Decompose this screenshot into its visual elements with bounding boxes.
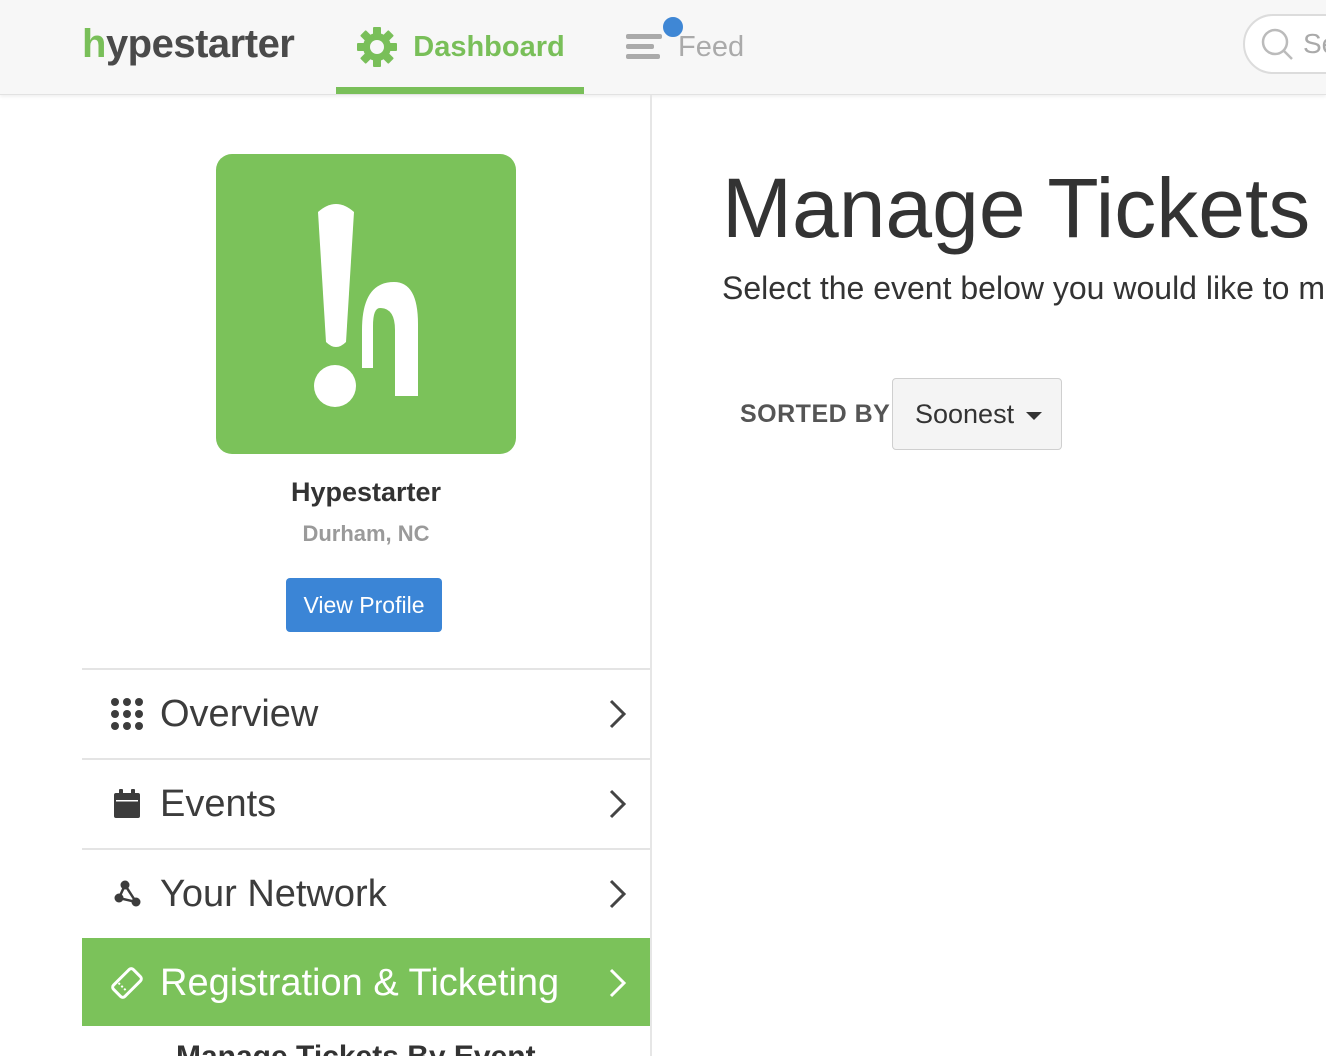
ticket-icon: [110, 966, 144, 1000]
chevron-right-icon: [608, 788, 628, 820]
sidebar-item-registration-ticketing[interactable]: Registration & Ticketing: [82, 938, 650, 1026]
tab-feed-label: Feed: [678, 30, 745, 63]
sidebar-item-your-network[interactable]: Your Network: [82, 848, 650, 938]
sidebar-item-label: Overview: [160, 692, 319, 735]
sidebar-item-events[interactable]: Events: [82, 758, 650, 848]
sidebar-item-label: Events: [160, 782, 277, 825]
page-title: Manage Tickets: [722, 161, 1311, 255]
gear-icon: [355, 25, 399, 69]
caret-down-icon: [1026, 412, 1043, 420]
sort-dropdown[interactable]: Soonest: [892, 378, 1062, 450]
view-profile-button[interactable]: View Profile: [286, 578, 442, 632]
tab-dashboard[interactable]: Dashboard: [336, 0, 584, 94]
sort-dropdown-value: Soonest: [915, 398, 1015, 429]
feed-list-icon: [624, 15, 685, 63]
sidebar-divider: [650, 95, 652, 1056]
tab-dashboard-label: Dashboard: [413, 30, 565, 63]
search-input[interactable]: [1303, 28, 1326, 60]
search-icon: [1259, 26, 1295, 62]
calendar-icon: [110, 787, 144, 821]
sidebar-item-label: Registration & Ticketing: [160, 961, 560, 1004]
sort-label: SORTED BY: [740, 400, 891, 428]
network-icon: [110, 877, 144, 911]
tab-feed[interactable]: Feed: [624, 0, 754, 94]
organization-logo: [216, 154, 516, 454]
chevron-right-icon: [608, 878, 628, 910]
submenu-item-manage-tickets[interactable]: Manage Tickets By Event: [176, 1044, 536, 1056]
hypestarter-logo[interactable]: hypestarter: [82, 20, 295, 68]
chevron-right-icon: [608, 698, 628, 730]
sidebar-item-overview[interactable]: Overview: [82, 668, 650, 758]
search-box[interactable]: [1243, 14, 1326, 74]
chevron-right-icon: [608, 967, 628, 999]
top-navbar: hypestarter Dashboard Feed Se: [0, 0, 1326, 95]
organization-location: Durham, NC: [302, 521, 430, 546]
page-subtitle: Select the event below you would like to…: [722, 270, 1325, 306]
notification-dot: [661, 15, 685, 39]
grid-dots-icon: [110, 697, 144, 731]
organization-name: Hypestarter: [290, 477, 442, 507]
sidebar-menu: Overview Events Your Network Registratio…: [82, 668, 650, 1026]
sidebar-item-label: Your Network: [160, 872, 387, 915]
